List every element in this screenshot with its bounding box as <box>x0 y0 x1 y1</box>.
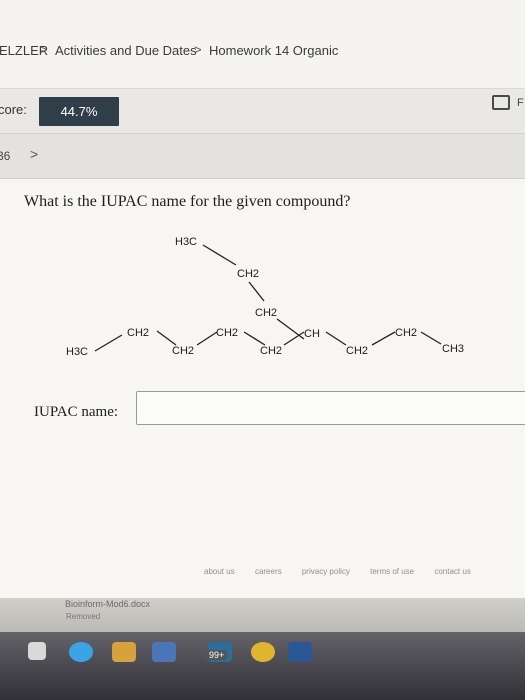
chrome-icon[interactable] <box>251 642 275 662</box>
word-icon[interactable] <box>288 642 312 662</box>
group-h3c-left: H3C <box>66 346 88 358</box>
group-ch2-2: CH2 <box>172 345 194 357</box>
molecule-structure: H3C CH2 CH2 CH CH2 CH3 H3C CH2 CH2 CH2 C… <box>66 236 464 358</box>
store-icon[interactable] <box>152 642 176 662</box>
group-ch2-a: CH2 <box>237 268 259 280</box>
question-nav: 36 > <box>0 134 525 179</box>
score-bar: core: 44.7% F <box>0 89 525 134</box>
browser-screen: ELZLER > Activities and Due Dates > Home… <box>0 0 525 700</box>
group-h3c-top: H3C <box>175 236 197 248</box>
chevron-right-icon: > <box>194 42 202 57</box>
footer-privacy[interactable]: privacy policy <box>302 567 350 576</box>
group-ch2-4: CH2 <box>260 345 282 357</box>
iupac-name-input[interactable] <box>136 391 525 425</box>
group-ch: CH <box>304 328 320 340</box>
footer-about[interactable]: about us <box>204 567 235 576</box>
edge-icon[interactable] <box>69 642 93 662</box>
score-value: 44.7% <box>39 97 119 126</box>
task-view-icon[interactable] <box>28 642 46 660</box>
download-filename[interactable]: Bioinform-Mod6.docx <box>65 599 150 609</box>
print-letter: F <box>517 97 524 109</box>
print-icon[interactable] <box>492 95 510 110</box>
group-ch2-b: CH2 <box>255 307 277 319</box>
iupac-label: IUPAC name: <box>34 404 119 420</box>
breadcrumb-homework[interactable]: Homework 14 Organic <box>209 43 338 58</box>
question-number: 36 <box>0 149 11 163</box>
chevron-right-icon: > <box>40 42 48 57</box>
notification-badge: 99+ <box>206 650 228 660</box>
breadcrumb-activities[interactable]: Activities and Due Dates <box>55 43 197 58</box>
group-ch2-3: CH2 <box>216 327 238 339</box>
group-ch2-right: CH2 <box>395 327 417 339</box>
footer-links: about us careers privacy policy terms of… <box>204 567 489 576</box>
group-ch2-5: CH2 <box>346 345 368 357</box>
question-prompt: What is the IUPAC name for the given com… <box>24 193 351 210</box>
question-panel: What is the IUPAC name for the given com… <box>0 179 525 599</box>
footer-contact[interactable]: contact us <box>434 567 470 576</box>
next-question-arrow[interactable]: > <box>30 146 38 162</box>
download-status: Removed <box>66 612 101 621</box>
group-ch2-1: CH2 <box>127 327 149 339</box>
footer-terms[interactable]: terms of use <box>370 567 414 576</box>
group-ch3: CH3 <box>442 343 464 355</box>
file-explorer-icon[interactable] <box>112 642 136 662</box>
breadcrumb: ELZLER > Activities and Due Dates > Home… <box>0 0 525 89</box>
score-label: core: <box>0 102 27 117</box>
footer-careers[interactable]: careers <box>255 567 282 576</box>
